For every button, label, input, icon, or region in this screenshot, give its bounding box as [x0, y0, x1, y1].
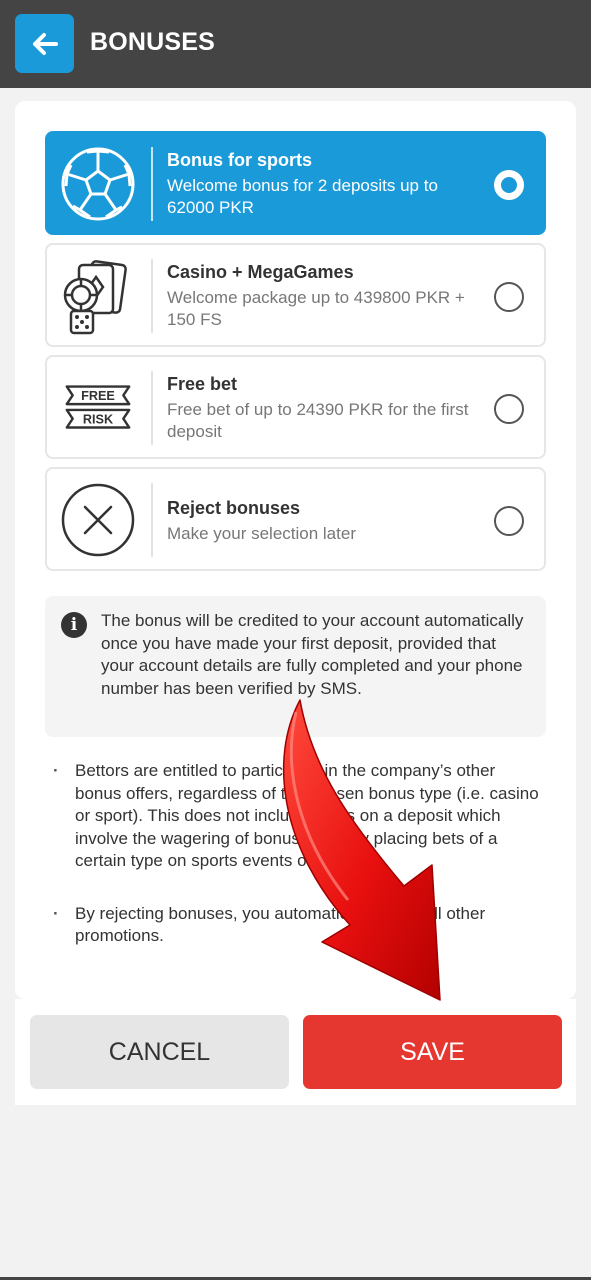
bonus-option-reject[interactable]: Reject bonuses Make your selection later — [45, 467, 546, 571]
footer-actions: CANCEL SAVE — [15, 999, 576, 1105]
option-divider — [151, 371, 153, 445]
casino-cards-icon — [59, 257, 137, 335]
radio-unselected[interactable] — [494, 282, 524, 312]
cancel-button[interactable]: CANCEL — [30, 1015, 289, 1089]
option-description: Make your selection later — [167, 524, 356, 543]
option-title: Casino + MegaGames — [167, 262, 354, 282]
bonus-option-sports[interactable]: Bonus for sports Welcome bonus for 2 dep… — [45, 131, 546, 235]
bonus-option-casino[interactable]: Casino + MegaGames Welcome package up to… — [45, 243, 546, 347]
free-risk-icon: FREE RISK — [59, 369, 137, 447]
info-icon: i — [61, 612, 87, 638]
risk-label: RISK — [83, 413, 114, 427]
soccer-ball-icon — [59, 145, 137, 223]
info-text: The bonus will be credited to your accou… — [101, 611, 524, 698]
bonus-option-free-bet[interactable]: FREE RISK Free bet Free bet of up to 243… — [45, 355, 546, 459]
radio-selected[interactable] — [494, 170, 524, 200]
free-label: FREE — [81, 389, 115, 403]
save-button[interactable]: SAVE — [303, 1015, 562, 1089]
option-description: Free bet of up to 24390 PKR for the firs… — [167, 400, 469, 441]
terms-list: Bettors are entitled to participate in t… — [45, 760, 546, 948]
arrow-left-icon — [32, 32, 58, 55]
option-divider — [151, 259, 153, 333]
radio-unselected[interactable] — [494, 506, 524, 536]
option-divider — [151, 147, 153, 221]
radio-unselected[interactable] — [494, 394, 524, 424]
option-description: Welcome package up to 439800 PKR + 150 F… — [167, 288, 465, 329]
option-divider — [151, 483, 153, 557]
back-button[interactable] — [15, 14, 74, 73]
option-title: Free bet — [167, 374, 238, 394]
page-title: BONUSES — [90, 28, 216, 56]
list-item: By rejecting bonuses, you automatically … — [45, 903, 546, 948]
option-title: Bonus for sports — [167, 150, 313, 170]
top-bar: BONUSES — [0, 0, 591, 88]
info-box: i The bonus will be credited to your acc… — [45, 596, 546, 737]
option-title: Reject bonuses — [167, 498, 301, 518]
list-item: Bettors are entitled to participate in t… — [45, 760, 546, 873]
reject-x-icon — [59, 481, 137, 559]
option-description: Welcome bonus for 2 deposits up to 62000… — [167, 176, 438, 217]
